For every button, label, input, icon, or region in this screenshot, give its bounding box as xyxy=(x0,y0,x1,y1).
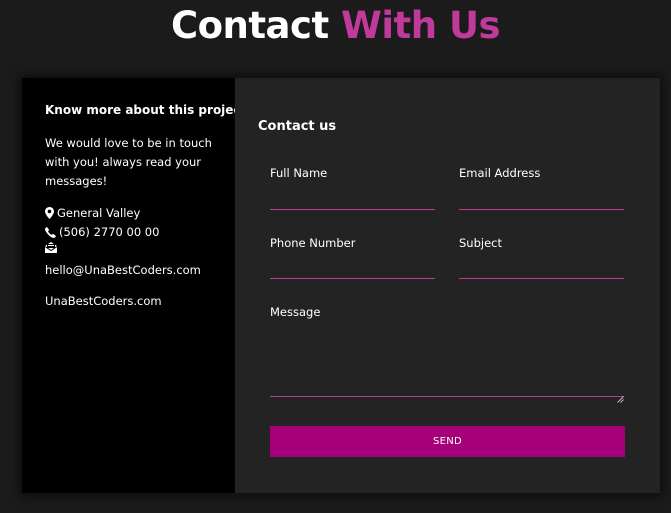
contact-form: Contact us Full Name Email Address Phone… xyxy=(235,78,660,493)
info-title: Know more about this project xyxy=(45,103,247,117)
page-title-primary: Contact xyxy=(170,4,329,47)
phone-line: (506) 2770 00 00 xyxy=(45,224,159,240)
full-name-input[interactable] xyxy=(270,189,435,210)
message-textarea[interactable] xyxy=(270,312,624,397)
info-description: We would love to be in touch with you! a… xyxy=(45,136,212,188)
email-address-input[interactable] xyxy=(459,189,624,210)
location-text: General Valley xyxy=(57,206,141,220)
page-title: Contact With Us xyxy=(0,4,671,48)
page-title-accent: With Us xyxy=(341,4,501,47)
email-line: hello@UnaBestCoders.com xyxy=(45,262,201,278)
full-name-label: Full Name xyxy=(270,166,328,180)
location-line: General Valley xyxy=(45,205,140,221)
form-title: Contact us xyxy=(258,119,337,134)
phone-number-label: Phone Number xyxy=(270,236,356,250)
send-button[interactable]: SEND xyxy=(270,426,625,457)
envelope-open-icon xyxy=(45,242,60,253)
subject-input[interactable] xyxy=(459,258,624,279)
email-icon-line xyxy=(45,242,60,253)
phone-number-input[interactable] xyxy=(270,258,435,279)
contact-card: Know more about this project We would lo… xyxy=(22,78,660,493)
map-marker-icon xyxy=(45,207,57,219)
email-address-label: Email Address xyxy=(459,166,541,180)
resize-handle-icon[interactable] xyxy=(617,388,624,403)
info-panel: Know more about this project We would lo… xyxy=(22,78,246,493)
website-text: UnaBestCoders.com xyxy=(45,294,162,308)
phone-text: (506) 2770 00 00 xyxy=(59,225,160,239)
website-line: UnaBestCoders.com xyxy=(45,293,162,309)
email-text: hello@UnaBestCoders.com xyxy=(45,263,201,277)
subject-label: Subject xyxy=(459,236,502,250)
phone-icon xyxy=(45,226,59,238)
